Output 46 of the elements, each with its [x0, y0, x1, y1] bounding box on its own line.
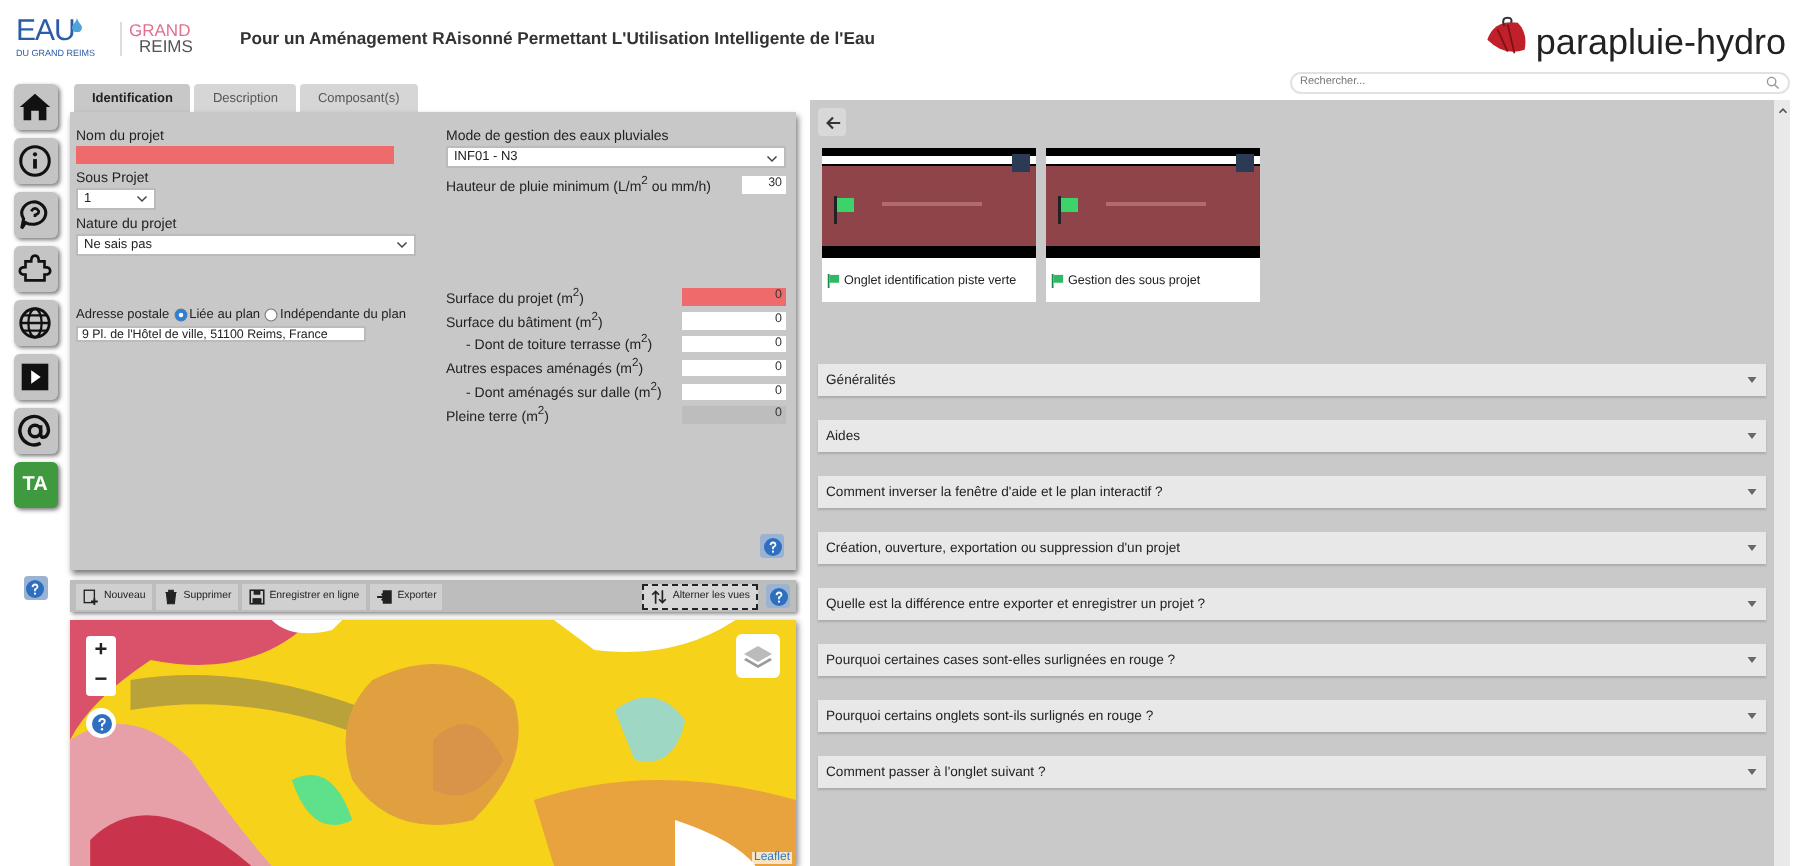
home-button[interactable] — [13, 84, 57, 129]
app-title: Pour un Aménagement RAisonné Permettant L'Utilisation Intelligente de l'Eau — [240, 28, 877, 48]
flag-icon — [826, 273, 840, 287]
grand-reims-logo: GRAND REIMS — [119, 21, 193, 55]
flag-icon — [1050, 273, 1064, 287]
chevron-down-icon — [136, 192, 148, 204]
caret-down-icon — [1746, 430, 1758, 442]
help-icon — [91, 713, 111, 733]
layers-icon — [742, 640, 774, 672]
layers-button[interactable] — [736, 634, 780, 678]
chevron-down-icon — [396, 238, 408, 250]
help-icon — [26, 579, 44, 597]
water-drop-icon — [72, 18, 82, 33]
help-button[interactable] — [13, 192, 57, 237]
video-button[interactable] — [13, 354, 57, 399]
caret-down-icon — [1746, 374, 1758, 386]
input-field[interactable] — [76, 146, 394, 163]
caret-down-icon — [1746, 654, 1758, 666]
trash-icon — [161, 587, 180, 605]
chevron-down-icon — [766, 151, 778, 163]
back-button[interactable] — [818, 108, 846, 136]
radio-icon[interactable] — [173, 307, 188, 321]
export-icon — [375, 587, 394, 605]
new-file-icon — [82, 587, 100, 605]
parapluie-logo: parapluie-hydro — [1479, 16, 1786, 60]
caret-down-icon — [1746, 710, 1758, 722]
save-icon — [247, 587, 266, 605]
search-icon — [1766, 75, 1780, 89]
zoom-out-button[interactable]: − — [86, 666, 116, 696]
caret-down-icon — [1746, 486, 1758, 498]
zoom-in-button[interactable]: + — [86, 636, 116, 666]
scrollbar[interactable] — [1774, 100, 1790, 866]
caret-down-icon — [1746, 542, 1758, 554]
swap-arrows-icon — [650, 587, 669, 605]
puzzle-button[interactable] — [13, 246, 57, 291]
help-icon — [763, 537, 781, 555]
caret-down-icon — [1746, 766, 1758, 778]
chevron-up-icon[interactable] — [1775, 104, 1789, 118]
globe-button[interactable] — [13, 300, 57, 345]
help-icon — [769, 587, 787, 605]
caret-down-icon — [1746, 598, 1758, 610]
ta-button[interactable]: TA — [13, 462, 57, 507]
radio-icon[interactable] — [264, 307, 279, 321]
info-button[interactable] — [13, 138, 57, 183]
left-arrow-icon — [823, 113, 841, 131]
at-sign-button[interactable] — [13, 408, 57, 453]
